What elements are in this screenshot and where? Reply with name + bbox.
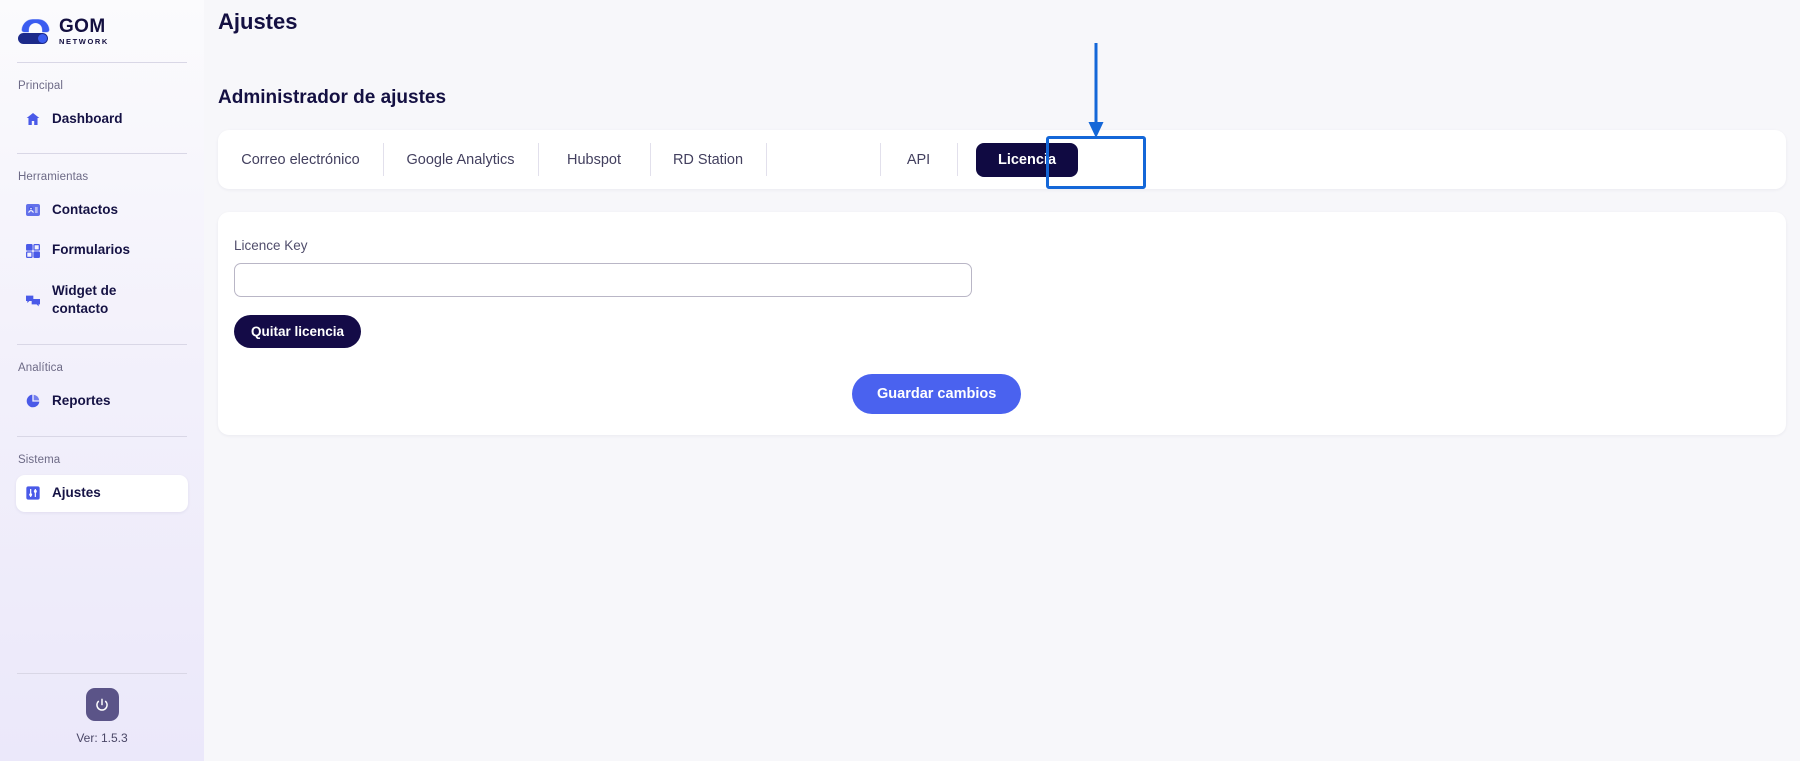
sidebar-item-formularios[interactable]: Formularios [16,232,188,268]
tab-blank[interactable] [766,130,880,189]
tab-rd-station-label: RD Station [672,151,744,168]
sidebar-item-reportes[interactable]: Reportes [16,383,188,419]
sidebar-item-ajustes-label: Ajustes [52,485,101,501]
sidebar: GOM NETWORK Principal Dashboard Herramie… [0,0,204,761]
tab-api[interactable]: API [880,130,957,189]
brand-logo[interactable]: GOM NETWORK [16,0,188,62]
sliders-icon [24,485,41,502]
cloud-network-logo-icon [18,18,52,44]
app-version: Ver: 1.5.3 [76,731,128,745]
sidebar-item-dashboard-label: Dashboard [52,111,123,126]
power-icon [96,698,108,711]
sidebar-item-dashboard[interactable]: Dashboard [16,101,188,137]
pie-chart-icon [24,393,41,410]
sidebar-item-formularios-label: Formularios [52,242,131,258]
forms-icon [24,242,41,259]
page-title: Ajustes [218,9,298,34]
sidebar-item-widget-de-contacto-label: Widget de contacto [52,282,117,316]
settings-tabs: Correo electrónico Google Analytics Hubs… [218,130,1786,189]
brand-text: GOM NETWORK [59,16,109,46]
tab-licencia[interactable]: Licencia [957,130,1097,189]
sidebar-section-herramientas-label: Herramientas [18,171,89,184]
tab-google-analytics[interactable]: Google Analytics [383,130,538,189]
sidebar-divider-bottom [17,673,187,674]
chat-bubbles-icon [24,291,41,308]
app-root: GOM NETWORK Principal Dashboard Herramie… [0,0,1800,761]
brand-subtitle: NETWORK [59,37,109,47]
sidebar-section-analitica-label: Analítica [18,362,64,375]
sidebar-item-reportes-label: Reportes [52,393,111,409]
contacts-icon [24,202,41,219]
tab-correo-electronico-label: Correo electrónico [241,151,360,168]
home-icon [24,111,41,128]
section-title: Administrador de ajustes [218,87,447,108]
sidebar-item-ajustes[interactable]: Ajustes [16,475,188,512]
remove-licence-button[interactable]: Quitar licencia [234,315,362,348]
licence-form-card: Licence Key Quitar licencia Guardar camb… [218,212,1786,435]
main-content: Ajustes Administrador de ajustes Correo … [204,0,1800,761]
tab-api-label: API [906,151,931,168]
sidebar-item-contactos-label: Contactos [52,202,119,218]
save-changes-button[interactable]: Guardar cambios [852,374,1022,414]
brand-name: GOM [59,16,106,38]
sidebar-item-widget-de-contacto[interactable]: Widget de contacto [16,273,188,327]
tab-licencia-label: Licencia [975,142,1079,177]
sidebar-item-contactos[interactable]: Contactos [16,192,188,228]
sidebar-footer: Ver: 1.5.3 [16,673,188,761]
tab-rd-station[interactable]: RD Station [650,130,766,189]
tab-hubspot-label: Hubspot [566,151,621,168]
licence-key-label: Licence Key [234,238,308,253]
power-button[interactable] [85,688,119,721]
tab-google-analytics-label: Google Analytics [406,151,515,168]
tab-hubspot[interactable]: Hubspot [538,130,650,189]
sidebar-section-principal-label: Principal [18,80,64,92]
licence-key-input[interactable] [234,263,972,297]
sidebar-section-sistema-label: Sistema [18,454,61,467]
tab-correo-electronico[interactable]: Correo electrónico [218,130,383,189]
